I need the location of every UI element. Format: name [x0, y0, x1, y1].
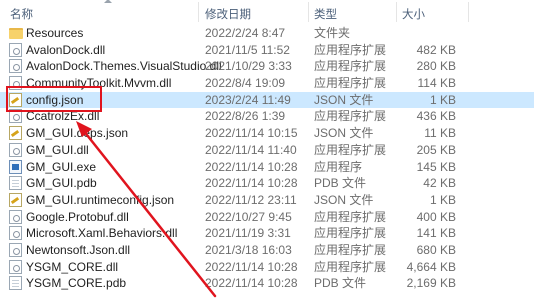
annotation-arrow	[76, 121, 217, 298]
